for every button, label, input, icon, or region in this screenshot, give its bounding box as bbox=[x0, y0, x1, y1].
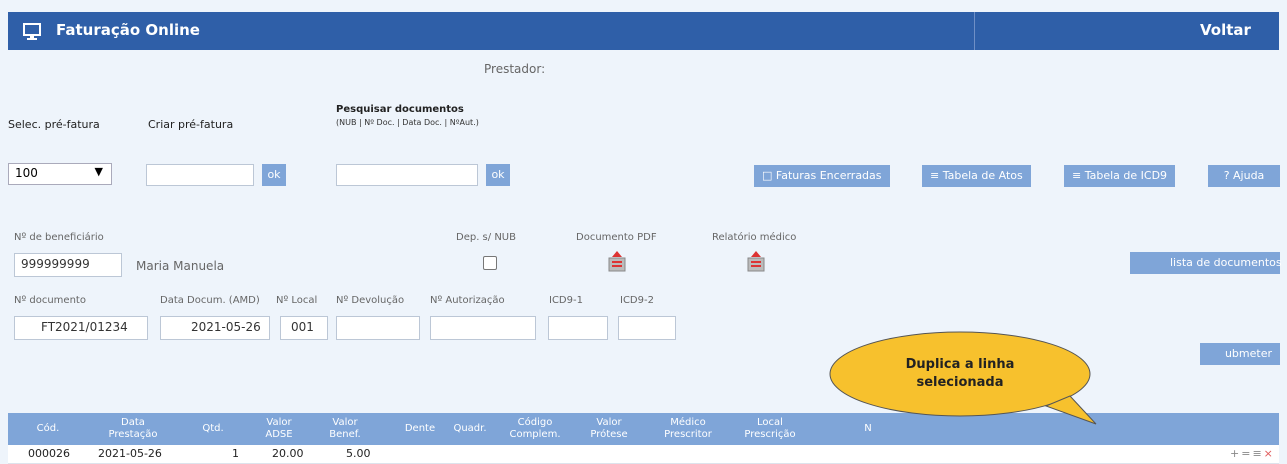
col-header-vben-2: Benef. bbox=[329, 429, 361, 440]
icd9-2-input[interactable] bbox=[618, 316, 676, 340]
beneficiary-name: Maria Manuela bbox=[136, 259, 225, 273]
icd9-2-label: ICD9-2 bbox=[620, 295, 654, 306]
cell-adse: 20.00 bbox=[272, 447, 304, 460]
closed-invoices-label: Faturas Encerradas bbox=[775, 169, 882, 182]
autorizacao-input[interactable] bbox=[430, 316, 536, 340]
callout-line-2: selecionada bbox=[916, 375, 1004, 390]
callout-text: Duplica a linha selecionada bbox=[820, 356, 1100, 392]
col-header-cod: Cód. bbox=[36, 423, 60, 434]
medical-report-label: Relatório médico bbox=[712, 232, 797, 243]
report-upload-icon[interactable] bbox=[746, 250, 766, 272]
devolucao-input[interactable] bbox=[336, 316, 420, 340]
callout-line-1: Duplica a linha bbox=[905, 357, 1015, 372]
document-number-input[interactable]: FT2021/01234 bbox=[14, 316, 148, 340]
col-header-vadse-1: Valor bbox=[266, 417, 292, 428]
col-header-data-1: Data bbox=[121, 417, 145, 428]
delete-icon[interactable]: × bbox=[1264, 447, 1275, 460]
autorizacao-label: Nº Autorização bbox=[430, 295, 505, 306]
row-actions: +=≡× bbox=[1230, 447, 1275, 460]
create-prefatura-label: Criar pré-fatura bbox=[148, 118, 234, 131]
col-header-vben-1: Valor bbox=[332, 417, 358, 428]
select-prefatura-label: Selec. pré-fatura bbox=[8, 118, 100, 131]
col-header-qtd: Qtd. bbox=[202, 423, 224, 434]
col-header-loc-2: Prescrição bbox=[744, 429, 796, 440]
col-header-vadse-2: ADSE bbox=[265, 429, 293, 440]
table-row[interactable]: 000026 2021-05-26 1 20.00 5.00 +=≡× bbox=[8, 445, 1279, 464]
pdf-document-label: Documento PDF bbox=[576, 232, 657, 243]
beneficiary-number-label: Nº de beneficiário bbox=[14, 232, 104, 243]
create-ok-button[interactable]: ok bbox=[262, 164, 286, 186]
search-documents-input[interactable] bbox=[336, 164, 478, 186]
closed-invoices-icon: □ bbox=[762, 169, 776, 182]
local-number-label: Nº Local bbox=[276, 295, 318, 306]
col-header-dente: Dente bbox=[404, 423, 436, 434]
chevron-down-icon: ▼ bbox=[94, 165, 103, 178]
list-icon: ≡ bbox=[930, 169, 943, 182]
col-header-data-2: Prestação bbox=[108, 429, 158, 440]
cell-qtd: 1 bbox=[232, 447, 239, 460]
icd9-table-button[interactable]: ≡ Tabela de ICD9 bbox=[1064, 165, 1176, 187]
icd9-1-label: ICD9-1 bbox=[549, 295, 583, 306]
col-header-vprot-2: Prótese bbox=[590, 429, 628, 440]
cell-cod: 000026 bbox=[28, 447, 70, 460]
col-header-codc-1: Código bbox=[517, 417, 553, 428]
pdf-upload-icon[interactable] bbox=[607, 250, 627, 272]
cell-date: 2021-05-26 bbox=[98, 447, 162, 460]
back-button[interactable]: Voltar bbox=[1200, 21, 1251, 39]
prefatura-select-value: 100 bbox=[15, 166, 38, 180]
document-date-input[interactable]: 2021-05-26 bbox=[160, 316, 270, 340]
acts-table-button[interactable]: ≡ Tabela de Atos bbox=[922, 165, 1031, 187]
search-documents-label: Pesquisar documentos bbox=[336, 104, 464, 115]
list-icon[interactable]: ≡ bbox=[1252, 447, 1263, 460]
cell-benef: 5.00 bbox=[346, 447, 371, 460]
submit-button[interactable]: ubmeter bbox=[1200, 343, 1280, 365]
col-header-quadr: Quadr. bbox=[453, 423, 487, 434]
duplicate-icon[interactable]: = bbox=[1241, 447, 1252, 460]
help-button[interactable]: ? Ajuda bbox=[1208, 165, 1280, 187]
dep-nub-label: Dep. s/ NUB bbox=[456, 232, 516, 243]
col-header-codc-2: Complem. bbox=[509, 429, 561, 440]
devolucao-label: Nº Devolução bbox=[336, 295, 405, 306]
icd9-table-label: Tabela de ICD9 bbox=[1084, 169, 1168, 182]
icd9-1-input[interactable] bbox=[548, 316, 608, 340]
monitor-icon bbox=[23, 23, 41, 40]
add-icon[interactable]: + bbox=[1230, 447, 1241, 460]
acts-table-label: Tabela de Atos bbox=[942, 169, 1023, 182]
search-ok-button[interactable]: ok bbox=[486, 164, 510, 186]
list-icon: ≡ bbox=[1072, 169, 1085, 182]
dep-nub-checkbox[interactable] bbox=[483, 256, 497, 270]
document-list-button[interactable]: lista de documentos bbox=[1130, 252, 1282, 274]
local-number-input[interactable]: 001 bbox=[280, 316, 328, 340]
app-title: Faturação Online bbox=[56, 21, 200, 39]
prestador-label: Prestador: bbox=[484, 62, 546, 76]
col-header-vprot-1: Valor bbox=[596, 417, 622, 428]
col-header-loc-1: Local bbox=[757, 417, 783, 428]
create-prefatura-input[interactable] bbox=[146, 164, 254, 186]
app-header: Faturação Online Voltar bbox=[8, 12, 1279, 50]
search-documents-hint: (NUB | Nº Doc. | Data Doc. | NºAut.) bbox=[336, 118, 479, 127]
document-date-label: Data Docum. (AMD) bbox=[160, 295, 260, 306]
beneficiary-number-input[interactable]: 999999999 bbox=[14, 253, 122, 277]
closed-invoices-button[interactable]: □ Faturas Encerradas bbox=[754, 165, 890, 187]
col-header-med-1: Médico bbox=[670, 417, 706, 428]
prefatura-select[interactable]: 100 ▼ bbox=[8, 163, 112, 185]
header-divider bbox=[974, 12, 975, 50]
document-number-label: Nº documento bbox=[14, 295, 86, 306]
col-header-med-2: Prescritor bbox=[664, 429, 712, 440]
